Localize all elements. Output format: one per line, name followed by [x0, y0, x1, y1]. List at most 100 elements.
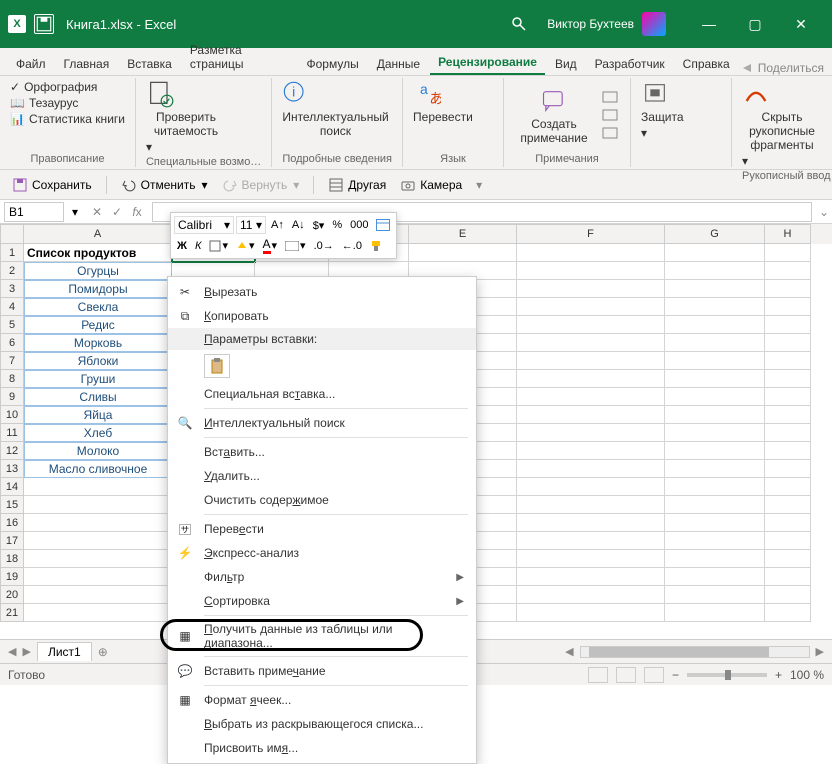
- cell[interactable]: [517, 280, 665, 298]
- mini-dec-decimal-icon[interactable]: ←.0: [339, 239, 365, 253]
- cell[interactable]: [765, 532, 811, 550]
- cm-define-name[interactable]: Присвоить имя...: [168, 736, 476, 760]
- row-header[interactable]: 4: [0, 298, 24, 316]
- tab-developer[interactable]: Разработчик: [587, 53, 673, 75]
- zoom-in-button[interactable]: +: [775, 668, 782, 682]
- col-header-H[interactable]: H: [765, 224, 811, 244]
- mini-percent-icon[interactable]: %: [329, 218, 345, 232]
- qat-other-button[interactable]: Другая: [324, 175, 390, 195]
- cell[interactable]: [24, 586, 172, 604]
- row-header[interactable]: 12: [0, 442, 24, 460]
- col-header-G[interactable]: G: [665, 224, 765, 244]
- row-header[interactable]: 7: [0, 352, 24, 370]
- cell[interactable]: [765, 460, 811, 478]
- cell[interactable]: [765, 388, 811, 406]
- mini-font-color-icon[interactable]: A▾: [260, 236, 281, 255]
- cm-paste-special[interactable]: Специальная вставка...: [168, 382, 476, 406]
- name-box-dropdown[interactable]: ▾: [68, 205, 82, 219]
- cell[interactable]: [517, 496, 665, 514]
- cell[interactable]: [517, 568, 665, 586]
- cell[interactable]: [765, 298, 811, 316]
- close-button[interactable]: ✕: [778, 0, 824, 48]
- cell[interactable]: [665, 298, 765, 316]
- col-header-A[interactable]: A: [24, 224, 172, 244]
- cell[interactable]: Груши: [24, 370, 172, 388]
- row-header[interactable]: 11: [0, 424, 24, 442]
- cell[interactable]: [24, 496, 172, 514]
- row-header[interactable]: 16: [0, 514, 24, 532]
- cell[interactable]: Масло сливочное: [24, 460, 172, 478]
- mini-inc-decimal-icon[interactable]: .0→: [311, 239, 337, 253]
- maximize-button[interactable]: ▢: [732, 0, 778, 48]
- cell[interactable]: [665, 514, 765, 532]
- qat-redo-button[interactable]: Вернуть▾: [218, 175, 304, 195]
- cell[interactable]: [765, 478, 811, 496]
- view-page-break-button[interactable]: [644, 667, 664, 683]
- mini-format-table-icon[interactable]: [373, 218, 393, 232]
- cell[interactable]: [665, 496, 765, 514]
- cm-insert-comment[interactable]: 💬Вставить примечание: [168, 659, 476, 683]
- row-header[interactable]: 15: [0, 496, 24, 514]
- mini-grow-font-icon[interactable]: A↑: [268, 218, 287, 232]
- share-button[interactable]: Поделиться: [740, 61, 824, 75]
- cell[interactable]: [517, 370, 665, 388]
- delete-comment-icon[interactable]: [602, 91, 620, 105]
- cell[interactable]: [765, 586, 811, 604]
- row-header[interactable]: 20: [0, 586, 24, 604]
- cell[interactable]: [765, 424, 811, 442]
- cm-translate[interactable]: 🈂Перевести: [168, 517, 476, 541]
- cell[interactable]: [517, 424, 665, 442]
- scroll-left-button[interactable]: ◀: [565, 645, 573, 658]
- cell[interactable]: [665, 532, 765, 550]
- cell[interactable]: [24, 568, 172, 586]
- cell[interactable]: Яблоки: [24, 352, 172, 370]
- tab-data[interactable]: Данные: [369, 53, 428, 75]
- cell[interactable]: [24, 514, 172, 532]
- cell[interactable]: [517, 604, 665, 622]
- cell[interactable]: Сливы: [24, 388, 172, 406]
- mini-format-painter-icon[interactable]: [367, 239, 387, 253]
- row-header[interactable]: 1: [0, 244, 24, 262]
- cell[interactable]: [765, 568, 811, 586]
- mini-merge-icon[interactable]: ▾: [282, 238, 309, 253]
- cell[interactable]: [765, 496, 811, 514]
- row-header[interactable]: 19: [0, 568, 24, 586]
- paste-icon[interactable]: [204, 354, 230, 378]
- cell[interactable]: [517, 298, 665, 316]
- mini-comma-icon[interactable]: 000: [347, 218, 371, 232]
- cell[interactable]: [765, 280, 811, 298]
- zoom-level[interactable]: 100 %: [790, 668, 824, 682]
- cell[interactable]: [765, 604, 811, 622]
- row-header[interactable]: 14: [0, 478, 24, 496]
- new-comment-button[interactable]: Создать примечание: [514, 87, 594, 145]
- cell[interactable]: [665, 550, 765, 568]
- mini-shrink-font-icon[interactable]: A↓: [289, 218, 308, 232]
- formula-bar-expand[interactable]: ⌄: [816, 205, 832, 219]
- cell[interactable]: [665, 406, 765, 424]
- cell[interactable]: [765, 334, 811, 352]
- cell[interactable]: [24, 604, 172, 622]
- next-comment-icon[interactable]: [602, 127, 620, 141]
- qat-undo-button[interactable]: Отменить▾: [117, 175, 212, 195]
- prev-comment-icon[interactable]: [602, 109, 620, 123]
- cm-delete[interactable]: Удалить...: [168, 464, 476, 488]
- row-header[interactable]: 18: [0, 550, 24, 568]
- row-header[interactable]: 21: [0, 604, 24, 622]
- minimize-button[interactable]: —: [686, 0, 732, 48]
- cell[interactable]: Свекла: [24, 298, 172, 316]
- cell[interactable]: [517, 460, 665, 478]
- mini-accounting-icon[interactable]: $▾: [310, 218, 328, 233]
- sheet-nav-next[interactable]: ▶: [22, 645, 30, 658]
- cell[interactable]: [517, 478, 665, 496]
- cm-smart-lookup[interactable]: 🔍Интеллектуальный поиск: [168, 411, 476, 435]
- col-header-E[interactable]: E: [409, 224, 517, 244]
- row-header[interactable]: 3: [0, 280, 24, 298]
- cm-paste-option[interactable]: [168, 350, 476, 382]
- cell[interactable]: [517, 532, 665, 550]
- cell[interactable]: [517, 442, 665, 460]
- cell[interactable]: [665, 478, 765, 496]
- cell[interactable]: [517, 388, 665, 406]
- view-page-layout-button[interactable]: [616, 667, 636, 683]
- tab-review[interactable]: Рецензирование: [430, 51, 545, 75]
- tab-formulas[interactable]: Формулы: [299, 53, 367, 75]
